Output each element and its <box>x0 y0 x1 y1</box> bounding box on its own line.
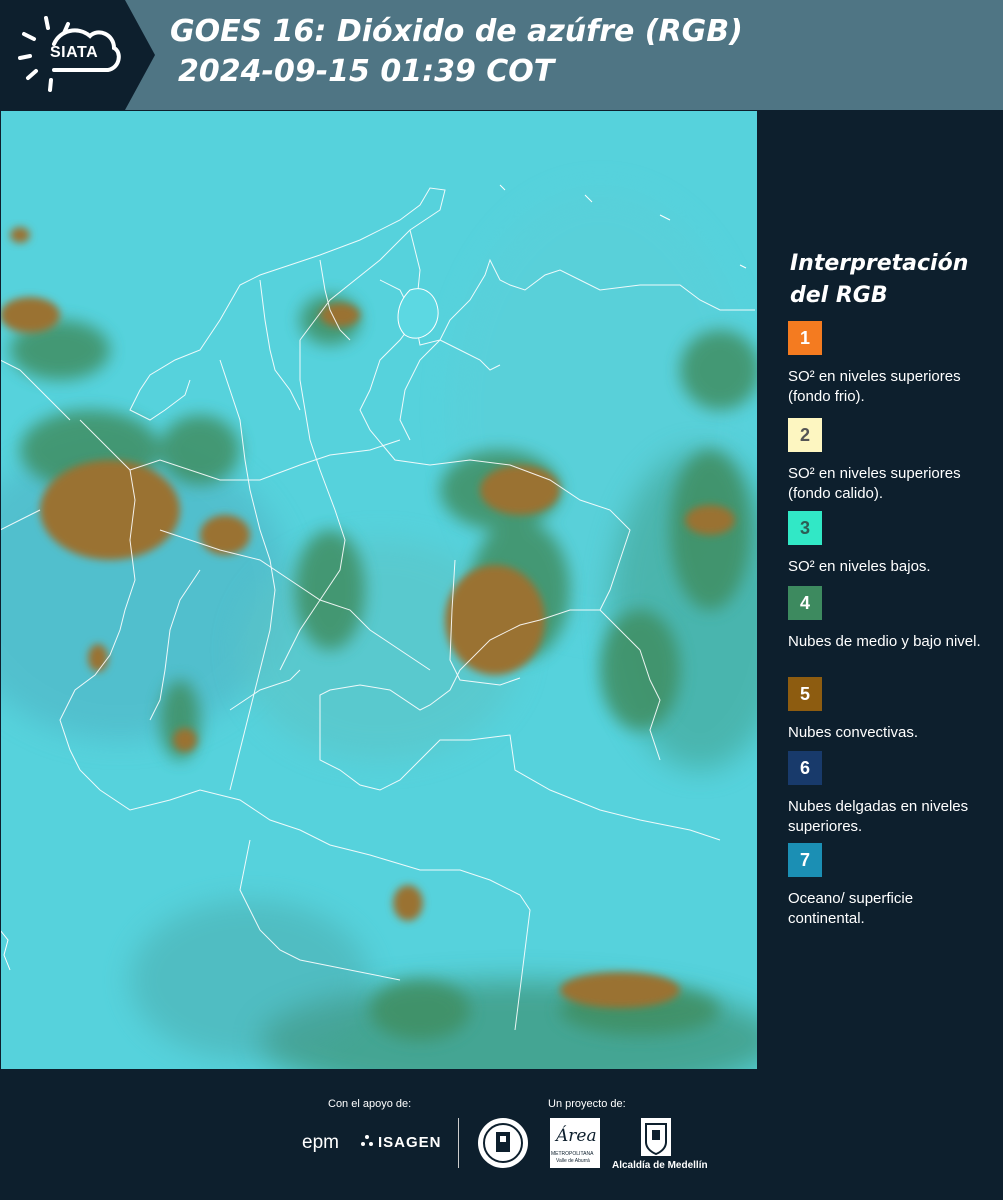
logo-text: SIATA <box>50 44 99 61</box>
legend-title-line2: del RGB <box>790 283 888 308</box>
support-label: Con el apoyo de: <box>328 1098 412 1110</box>
satellite-map[interactable] <box>0 110 760 1070</box>
legend-label: SO² en niveles superiores (fondo frio). <box>788 368 961 405</box>
legend-title-line1: Interpretación <box>790 251 969 276</box>
footer-divider <box>458 1118 459 1168</box>
legend-item-6: 6 Nubes delgadas en niveles superiores. <box>788 751 993 837</box>
isagen-icon <box>360 1134 374 1148</box>
legend-label: Oceano/ superficie continental. <box>788 890 914 927</box>
medellin-seal-icon[interactable] <box>478 1118 528 1168</box>
legend-swatch: 2 <box>788 418 822 452</box>
timestamp: 2024-09-15 01:39 COT <box>178 54 555 89</box>
legend-label: Nubes delgadas en niveles superiores. <box>788 798 969 835</box>
footer: Con el apoyo de: Un proyecto de: epm ISA… <box>0 1070 1003 1200</box>
area-metropolitana-subtitle: METROPOLITANA <box>551 1151 594 1157</box>
legend-swatch: 4 <box>788 586 822 620</box>
legend-item-3: 3 SO² en niveles bajos. <box>788 511 993 577</box>
legend-title: Interpretación del RGB <box>790 248 990 312</box>
alcaldia-crest-icon <box>641 1118 671 1156</box>
page-title: GOES 16: Dióxido de azúfre (RGB) <box>170 14 743 49</box>
legend-label: SO² en niveles bajos. <box>788 558 931 575</box>
legend-item-4: 4 Nubes de medio y bajo nivel. <box>788 586 993 652</box>
legend-item-2: 2 SO² en niveles superiores (fondo calid… <box>788 418 993 504</box>
legend-swatch: 6 <box>788 751 822 785</box>
legend-swatch: 5 <box>788 677 822 711</box>
legend-panel: Interpretación del RGB 1 SO² en niveles … <box>760 110 1003 1070</box>
project-label: Un proyecto de: <box>548 1098 626 1110</box>
legend-item-5: 5 Nubes convectivas. <box>788 677 993 743</box>
rgb-imagery <box>0 110 758 1070</box>
area-metropolitana-name: Área <box>556 1126 597 1146</box>
legend-label: SO² en niveles superiores (fondo calido)… <box>788 465 961 502</box>
legend-label: Nubes de medio y bajo nivel. <box>788 633 981 650</box>
legend-swatch: 1 <box>788 321 822 355</box>
legend-swatch: 3 <box>788 511 822 545</box>
legend-label: Nubes convectivas. <box>788 724 919 741</box>
siata-logo[interactable]: SIATA <box>0 0 155 110</box>
area-metropolitana-region: Valle de Aburrá <box>556 1158 590 1164</box>
epm-logo[interactable]: epm <box>302 1132 339 1154</box>
legend-item-1: 1 SO² en niveles superiores (fondo frio)… <box>788 321 993 407</box>
area-metropolitana-logo[interactable]: Área METROPOLITANA Valle de Aburrá <box>550 1118 600 1168</box>
legend-item-7: 7 Oceano/ superficie continental. <box>788 843 993 929</box>
legend-swatch: 7 <box>788 843 822 877</box>
header-bar: SIATA GOES 16: Dióxido de azúfre (RGB) 2… <box>0 0 1003 110</box>
alcaldia-medellin-logo[interactable]: Alcaldía de Medellín <box>612 1160 708 1171</box>
isagen-logo[interactable]: ISAGEN <box>378 1134 442 1151</box>
